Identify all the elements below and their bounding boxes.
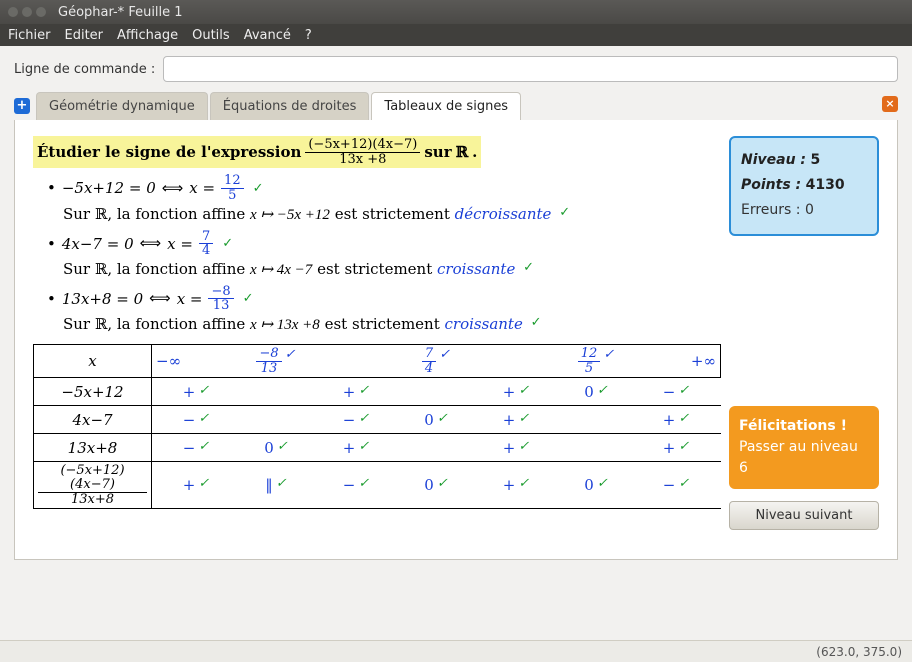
table-cell: 0✓ [556, 383, 636, 401]
menu-avance[interactable]: Avancé [244, 28, 291, 43]
menu-outils[interactable]: Outils [192, 28, 230, 43]
check-icon: ✓ [285, 347, 296, 362]
check-icon: ✓ [437, 411, 448, 426]
factor-1-root: • −5x+12 = 0 ⟺ x = 125 ✓ [47, 174, 721, 202]
check-icon: ✓ [518, 383, 529, 398]
menu-affichage[interactable]: Affichage [117, 28, 178, 43]
check-icon: ✓ [358, 439, 369, 454]
check-icon: ✓ [518, 411, 529, 426]
table-cell: +✓ [156, 383, 236, 401]
factor-2-root: • 4x−7 = 0 ⟺ x = 74 ✓ [47, 230, 721, 258]
check-icon: ✓ [358, 383, 369, 398]
table-row-label: (−5x+12)(4x−7)13x+8 [34, 462, 152, 509]
table-cell: 0✓ [396, 411, 476, 429]
check-icon: ✓ [559, 205, 570, 220]
check-icon: ✓ [222, 236, 233, 251]
table-cell: +✓ [636, 411, 716, 429]
exercise-area: Étudier le signe de l'expression (−5x+12… [33, 136, 721, 543]
window-minimize-icon[interactable] [22, 7, 32, 17]
check-icon: ✓ [277, 439, 288, 454]
check-icon: ✓ [243, 291, 254, 306]
statusbar: (623.0, 375.0) [0, 640, 912, 662]
table-cell: 0✓ [236, 439, 316, 457]
table-var: x [34, 345, 152, 378]
window-title: Géophar-* Feuille 1 [58, 5, 183, 20]
prompt-expression: (−5x+12)(4x−7) 13x +8 [305, 138, 420, 166]
tab-close-icon[interactable]: × [882, 96, 898, 112]
table-cell: 0✓ [396, 476, 476, 494]
tabs: + Géométrie dynamique Équations de droit… [14, 92, 898, 120]
table-row-label: 4x−7 [34, 406, 152, 434]
menu-editer[interactable]: Editer [65, 28, 104, 43]
table-cell: −✓ [156, 439, 236, 457]
table-cell: +✓ [476, 383, 556, 401]
check-icon: ✓ [678, 476, 689, 491]
factor-3-monotone: Sur ℝ, la fonction affine x ↦ 13x +8 est… [63, 315, 721, 334]
window-maximize-icon[interactable] [36, 7, 46, 17]
congrats-box: Félicitations ! Passer au niveau 6 [729, 406, 879, 489]
sidebar: Niveau : 5 Points : 4130 Erreurs : 0 Fél… [729, 136, 879, 543]
check-icon: ✓ [437, 476, 448, 491]
factor-1-monotone: Sur ℝ, la fonction affine x ↦ −5x +12 es… [63, 205, 721, 224]
table-cell: +✓ [156, 476, 236, 494]
menu-help[interactable]: ? [305, 28, 312, 43]
check-icon: ✓ [597, 476, 608, 491]
tab-tableaux[interactable]: Tableaux de signes [371, 92, 521, 120]
factor-2-monotone: Sur ℝ, la fonction affine x ↦ 4x −7 est … [63, 260, 721, 279]
check-icon: ✓ [276, 476, 287, 491]
factor-3-root: • 13x+8 = 0 ⟺ x = −813 ✓ [47, 285, 721, 313]
check-icon: ✓ [531, 315, 542, 330]
table-cell: −✓ [636, 383, 716, 401]
table-cell: −✓ [316, 411, 396, 429]
table-cell: −✓ [316, 476, 396, 494]
tab-equations[interactable]: Équations de droites [210, 92, 370, 120]
table-cell: +✓ [476, 476, 556, 494]
cmdline-label: Ligne de commande : [14, 62, 155, 77]
window-titlebar: Géophar-* Feuille 1 [0, 0, 912, 24]
check-icon: ✓ [439, 347, 450, 362]
tab-geometrie[interactable]: Géométrie dynamique [36, 92, 208, 120]
table-cell: +✓ [316, 383, 396, 401]
table-cell: −✓ [156, 411, 236, 429]
sign-table: x −∞ −813✓ 74✓ 125✓ +∞ −5x+12+✓+✓+✓0✓−✓4… [33, 344, 721, 509]
check-icon: ✓ [597, 383, 608, 398]
main-panel: Étudier le signe de l'expression (−5x+12… [14, 120, 898, 560]
window-controls[interactable] [8, 7, 46, 17]
check-icon: ✓ [198, 383, 209, 398]
table-cell: +✓ [476, 439, 556, 457]
check-icon: ✓ [518, 439, 529, 454]
table-cell: 0✓ [556, 476, 636, 494]
menu-fichier[interactable]: Fichier [8, 28, 51, 43]
table-cell: +✓ [636, 439, 716, 457]
tab-add-icon[interactable]: + [14, 98, 30, 114]
check-icon: ✓ [198, 411, 209, 426]
table-row-label: 13x+8 [34, 434, 152, 462]
check-icon: ✓ [523, 260, 534, 275]
check-icon: ✓ [603, 347, 614, 362]
exercise-prompt: Étudier le signe de l'expression (−5x+12… [33, 136, 481, 168]
table-row-label: −5x+12 [34, 378, 152, 406]
table-cell: −✓ [636, 476, 716, 494]
check-icon: ✓ [198, 476, 209, 491]
cmdline-input[interactable] [163, 56, 898, 82]
check-icon: ✓ [253, 181, 264, 196]
check-icon: ✓ [198, 439, 209, 454]
check-icon: ✓ [678, 383, 689, 398]
check-icon: ✓ [358, 411, 369, 426]
status-coords: (623.0, 375.0) [816, 645, 902, 659]
check-icon: ✓ [518, 476, 529, 491]
table-cell: +✓ [476, 411, 556, 429]
table-cell: ‖✓ [236, 476, 316, 494]
table-cell: +✓ [316, 439, 396, 457]
check-icon: ✓ [358, 476, 369, 491]
next-level-button[interactable]: Niveau suivant [729, 501, 879, 530]
check-icon: ✓ [678, 411, 689, 426]
check-icon: ✓ [678, 439, 689, 454]
menubar: Fichier Editer Affichage Outils Avancé ? [0, 24, 912, 46]
score-box: Niveau : 5 Points : 4130 Erreurs : 0 [729, 136, 879, 236]
window-close-icon[interactable] [8, 7, 18, 17]
